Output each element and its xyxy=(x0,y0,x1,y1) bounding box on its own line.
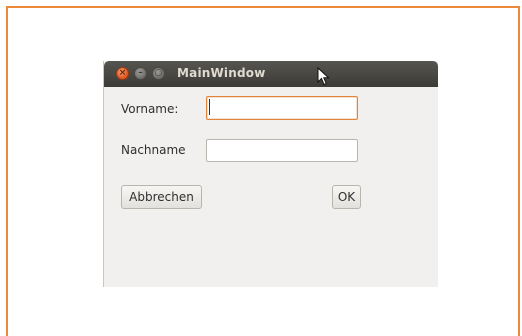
close-button[interactable]: × xyxy=(116,67,129,80)
mouse-pointer-icon xyxy=(317,67,330,86)
nachname-label: Nachname xyxy=(121,143,186,157)
ok-button[interactable]: OK xyxy=(332,185,361,209)
maximize-button[interactable]: ○ xyxy=(152,67,165,80)
minimize-button[interactable]: – xyxy=(134,67,147,80)
nachname-input[interactable] xyxy=(206,139,358,162)
cancel-button[interactable]: Abbrechen xyxy=(121,185,202,209)
close-icon: × xyxy=(118,68,127,78)
minimize-icon: – xyxy=(138,68,143,78)
text-caret xyxy=(209,99,210,115)
vorname-label: Vorname: xyxy=(121,102,179,116)
window-title: MainWindow xyxy=(177,66,266,80)
maximize-icon: ○ xyxy=(154,68,163,78)
title-bar[interactable]: × – ○ MainWindow xyxy=(104,61,438,87)
vorname-input[interactable] xyxy=(206,96,358,120)
main-window: × – ○ MainWindow Vorname: Nachname Abbre… xyxy=(103,61,438,287)
